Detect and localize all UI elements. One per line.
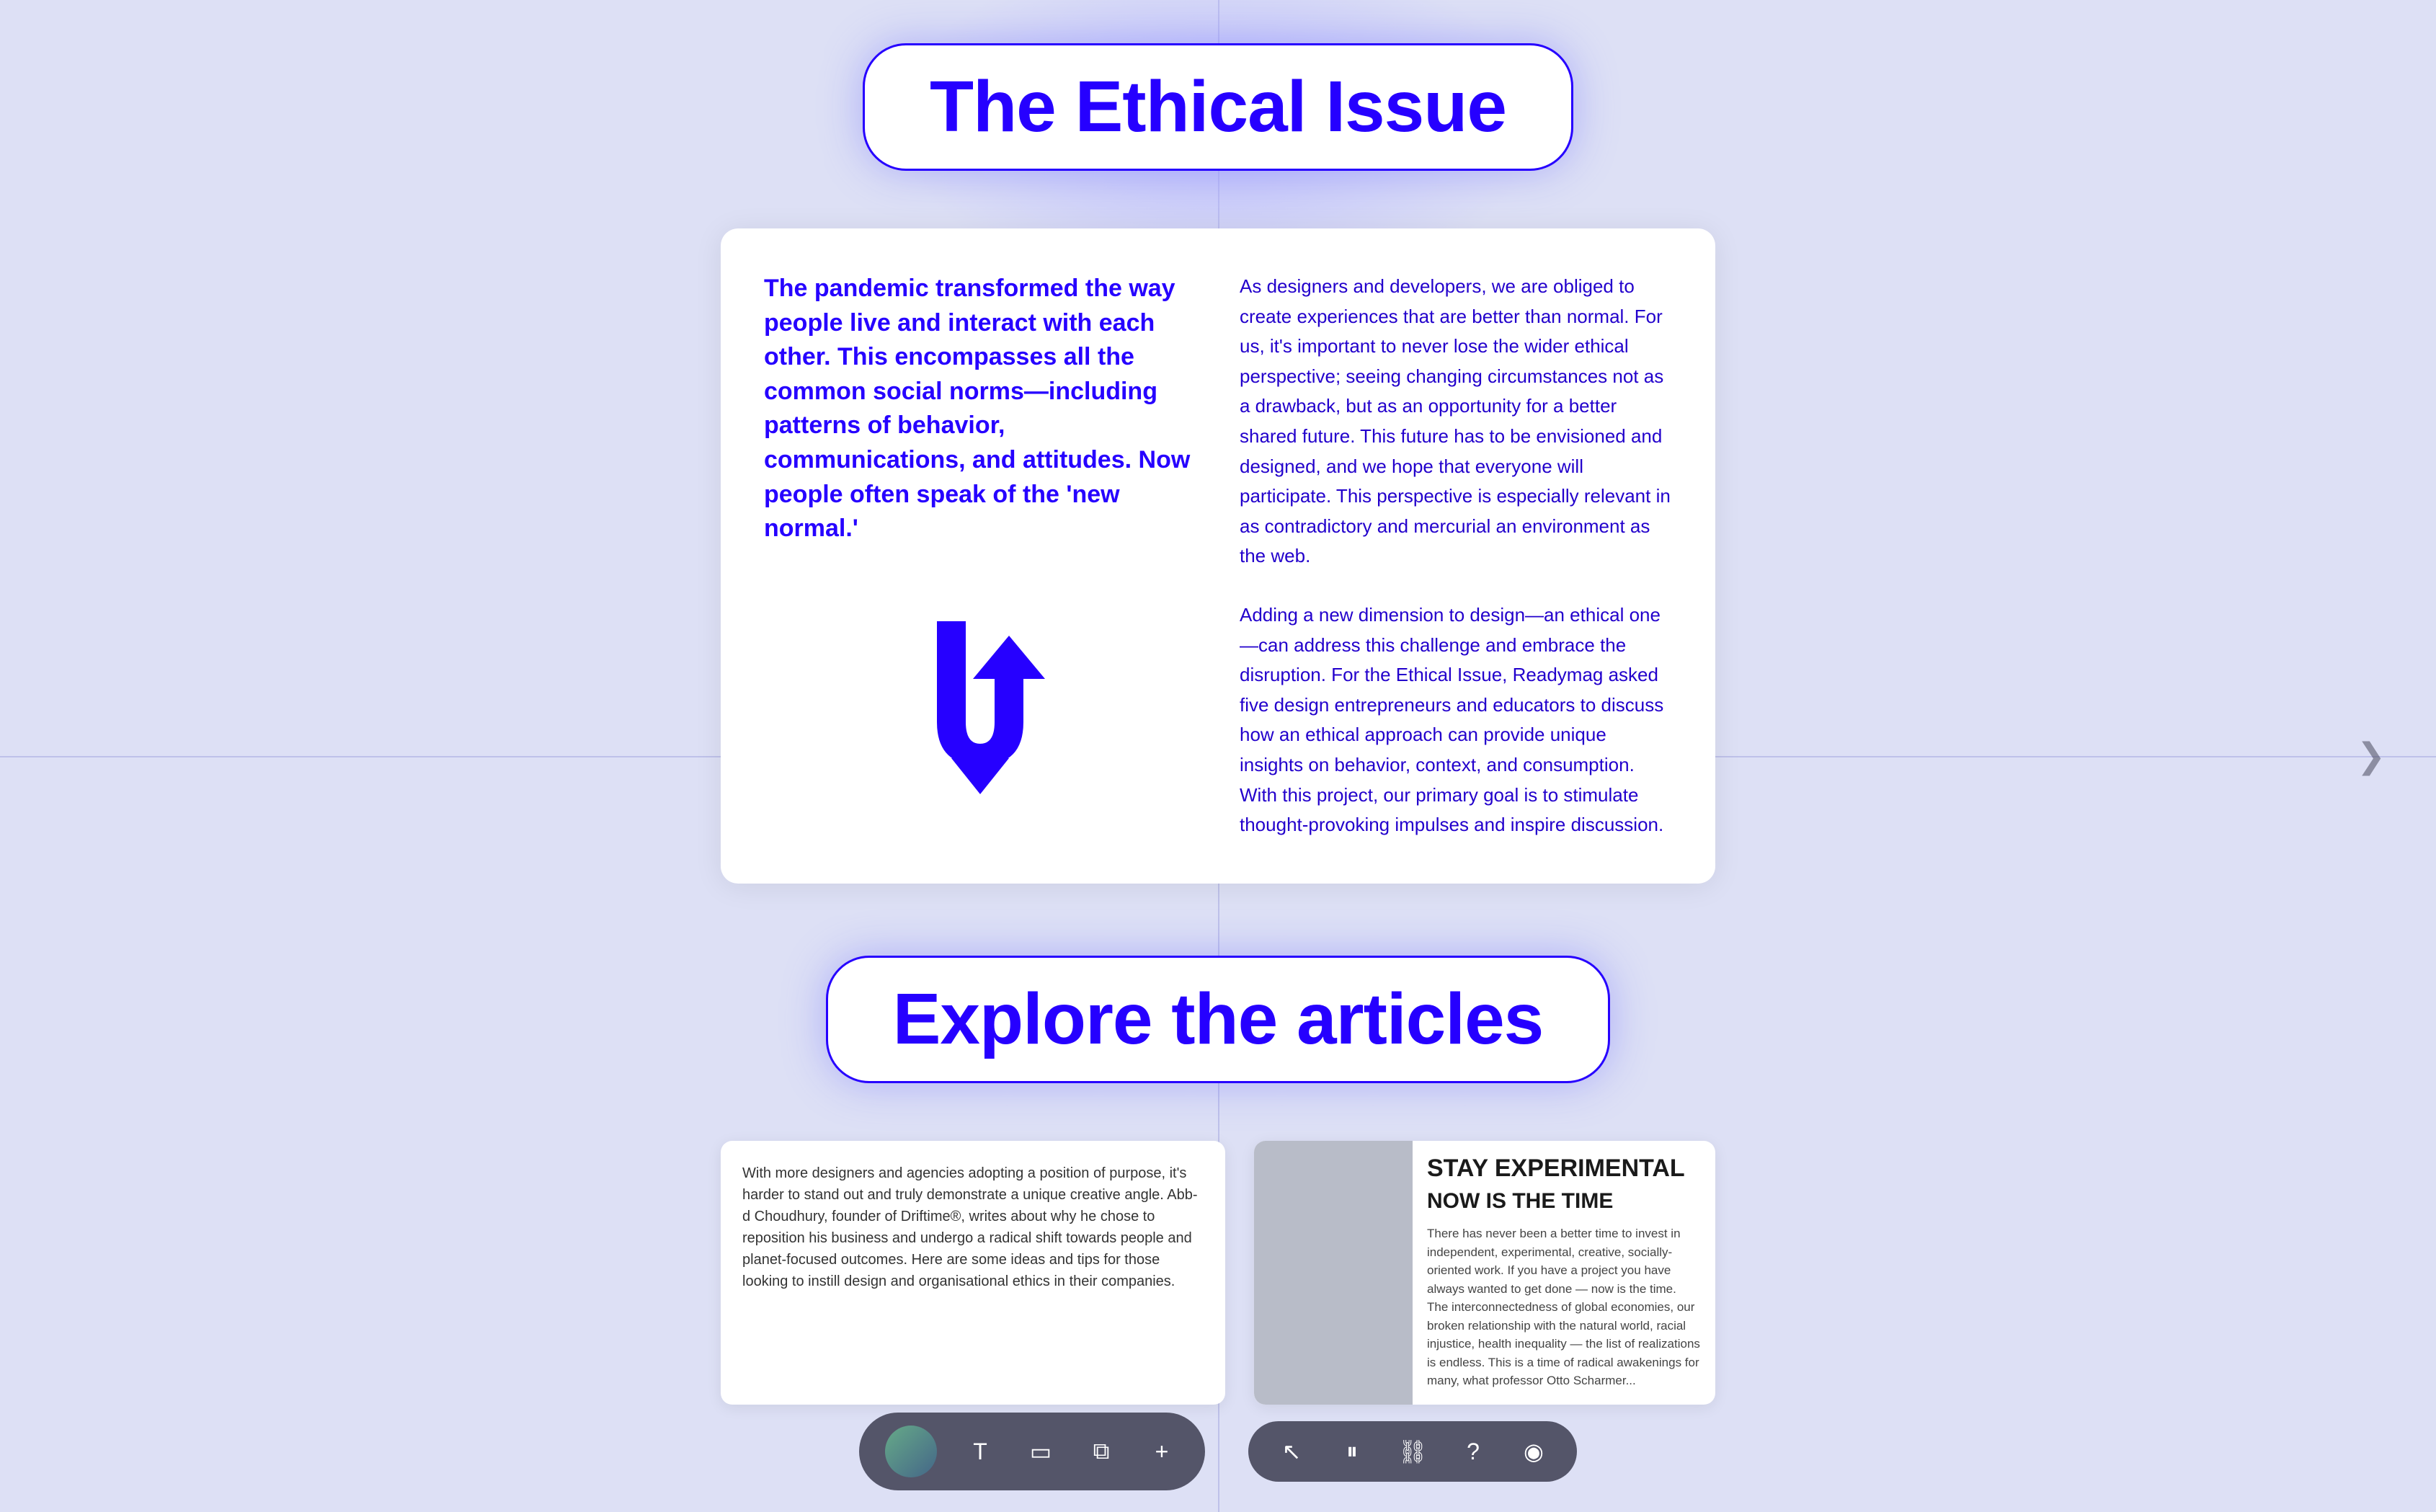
bottom-toolbar: T ▭ ⧉ + ↖ ⏸ ⛓ ? ◉ [859, 1413, 1577, 1490]
uturn-arrow-svg [879, 607, 1081, 809]
card-left-column: The pandemic transformed the way people … [764, 272, 1196, 840]
view-button[interactable]: ◉ [1516, 1434, 1551, 1469]
eye-icon: ◉ [1524, 1438, 1544, 1465]
avatar[interactable] [885, 1426, 937, 1477]
arrow-graphic [764, 575, 1196, 840]
help-icon: ? [1467, 1438, 1480, 1465]
arrow-head [951, 758, 1009, 794]
article-2-top: STAY EXPERIMENTAL NOW IS THE TIME There … [1254, 1141, 1715, 1405]
chevron-right-icon: ❯ [2357, 736, 2386, 776]
text-icon: T [973, 1438, 987, 1465]
article-card-2[interactable]: STAY EXPERIMENTAL NOW IS THE TIME There … [1254, 1141, 1715, 1405]
article-2-heading1: STAY EXPERIMENTAL [1427, 1155, 1701, 1182]
add-icon: + [1155, 1438, 1169, 1465]
explore-title: Explore the articles [893, 978, 1544, 1061]
intro-left-text: The pandemic transformed the way people … [764, 272, 1196, 546]
article-card-1[interactable]: With more designers and agencies adoptin… [721, 1141, 1225, 1405]
intro-right-para1: As designers and developers, we are obli… [1240, 272, 1672, 572]
add-tool-button[interactable]: + [1144, 1434, 1179, 1469]
nav-arrow-right[interactable]: ❯ [2350, 734, 2393, 778]
title-badge: The Ethical Issue [863, 43, 1573, 171]
link-icon: ⛓ [1398, 1438, 1428, 1465]
cursor-tool-button[interactable]: ↖ [1274, 1434, 1309, 1469]
page-title: The Ethical Issue [930, 66, 1506, 148]
frame-tool-button[interactable]: ▭ [1023, 1434, 1058, 1469]
main-content: The Ethical Issue The pandemic transform… [0, 0, 2436, 1512]
layers-tool-button[interactable]: ⧉ [1084, 1434, 1119, 1469]
arrow-path [937, 621, 1045, 765]
text-tool-button[interactable]: T [963, 1434, 997, 1469]
pause-button[interactable]: ⏸ [1335, 1434, 1369, 1469]
intro-right-para2: Adding a new dimension to design—an ethi… [1240, 600, 1672, 840]
article-2-para2: The interconnectedness of global economi… [1427, 1298, 1701, 1390]
pause-icon: ⏸ [1346, 1438, 1358, 1465]
article-2-heading2: NOW IS THE TIME [1427, 1189, 1701, 1213]
articles-row: With more designers and agencies adoptin… [721, 1141, 1715, 1405]
article-2-text: STAY EXPERIMENTAL NOW IS THE TIME There … [1413, 1141, 1715, 1405]
explore-badge[interactable]: Explore the articles [826, 956, 1611, 1083]
card-right-column: As designers and developers, we are obli… [1240, 272, 1672, 840]
cursor-icon: ↖ [1282, 1438, 1302, 1465]
article-1-text: With more designers and agencies adoptin… [742, 1162, 1204, 1292]
article-2-para1: There has never been a better time to in… [1427, 1224, 1701, 1298]
intro-card: The pandemic transformed the way people … [721, 228, 1715, 884]
help-button[interactable]: ? [1456, 1434, 1490, 1469]
article-2-image [1254, 1141, 1413, 1405]
link-button[interactable]: ⛓ [1395, 1434, 1430, 1469]
layers-icon: ⧉ [1093, 1438, 1110, 1465]
frame-icon: ▭ [1030, 1438, 1052, 1465]
toolbar-left: T ▭ ⧉ + [859, 1413, 1205, 1490]
toolbar-right: ↖ ⏸ ⛓ ? ◉ [1248, 1421, 1577, 1482]
